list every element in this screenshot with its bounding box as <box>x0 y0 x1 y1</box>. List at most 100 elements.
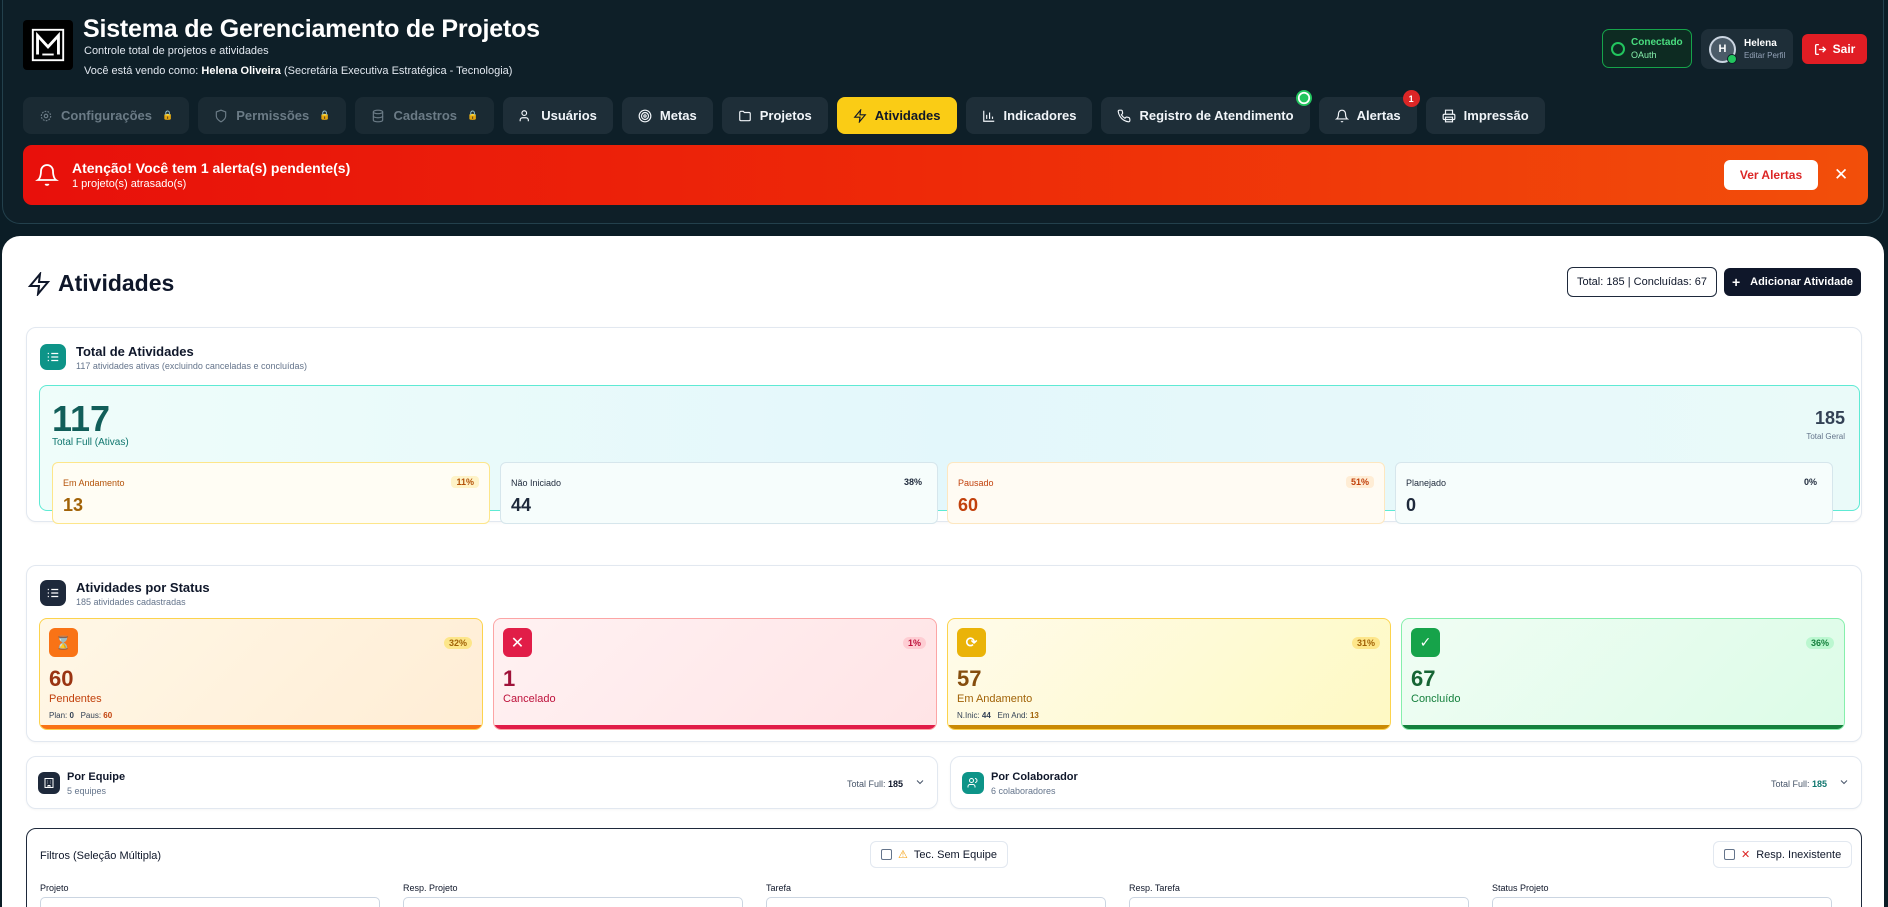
total-summary-badge: Total: 185 | Concluídas: 67 <box>1567 267 1717 297</box>
status-value: 1 <box>503 666 516 691</box>
app-header: Sistema de Gerenciamento de Projetos Con… <box>2 0 1884 224</box>
chevron-down-icon <box>1840 780 1848 785</box>
filters-title: Filtros (Seleção Múltipla) <box>40 850 162 862</box>
tab-usuarios[interactable]: Usuários <box>503 97 613 134</box>
view-alerts-button[interactable]: Ver Alertas <box>1724 160 1818 190</box>
page-title: Atividades <box>58 270 175 296</box>
checkbox-label: Resp. Inexistente <box>1756 848 1842 861</box>
status-value: 60 <box>49 666 74 691</box>
status-label: Cancelado <box>503 693 556 705</box>
total-geral-value: 185 <box>1814 408 1845 428</box>
tab-permissoes[interactable]: Permissões 🔒 <box>198 97 347 134</box>
logout-icon <box>1814 43 1826 55</box>
profile-name: Helena <box>1744 38 1777 49</box>
whatsapp-icon <box>1295 90 1312 106</box>
tab-metas[interactable]: Metas <box>621 97 713 134</box>
printer-icon <box>1442 109 1456 122</box>
connection-icon <box>1611 41 1625 56</box>
target-icon <box>638 109 652 122</box>
database-icon <box>373 109 384 122</box>
group-by-team-card[interactable]: Por Equipe 5 equipes Total Full: 185 <box>26 756 938 809</box>
users-icon <box>962 772 984 794</box>
filter-select-tarefa[interactable] <box>766 897 1106 907</box>
tab-projetos[interactable]: Projetos <box>721 97 828 134</box>
close-icon[interactable]: ✕ <box>1834 165 1848 185</box>
alert-title: Atenção! Você tem 1 alerta(s) pendente(s… <box>72 160 351 176</box>
logo-icon <box>31 28 65 62</box>
tile-value: 0 <box>1406 495 1417 515</box>
tab-label: Metas <box>659 108 697 123</box>
add-activity-label: Adicionar Atividade <box>1750 276 1854 288</box>
filter-label-status-projeto: Status Projeto <box>1492 883 1549 893</box>
filter-label-projeto: Projeto <box>40 883 69 893</box>
tab-label: Cadastros <box>393 108 458 123</box>
x-icon: ✕ <box>503 628 532 657</box>
status-tile-cancelado[interactable]: ✕ 1% 1 Cancelado <box>493 618 937 730</box>
group-total-value: 185 <box>1811 779 1827 789</box>
status-tile-pendentes[interactable]: ⌛ 32% 60 Pendentes Plan: 0 Paus: 60 <box>39 618 483 730</box>
resp-inexistente-checkbox[interactable]: ✕ Resp. Inexistente <box>1713 841 1853 868</box>
folder-icon <box>738 110 751 121</box>
alert-subtitle: 1 projeto(s) atrasado(s) <box>72 178 187 190</box>
tab-impressao[interactable]: Impressão <box>1425 97 1545 134</box>
profile-button[interactable]: H Helena Editar Perfil <box>1701 29 1793 69</box>
viewing-prefix: Você está vendo como: <box>84 65 199 77</box>
filter-select-status-projeto[interactable] <box>1492 897 1832 907</box>
main-tabs: Configurações 🔒 Permissões 🔒 Cadastros 🔒 Us… <box>23 90 1545 134</box>
filter-select-resp-tarefa[interactable] <box>1129 897 1469 907</box>
tab-label: Atividades <box>874 108 941 123</box>
tile-label: Planejado <box>1406 478 1447 488</box>
group-total: Total Full: 185 <box>847 779 903 789</box>
filter-select-projeto[interactable] <box>40 897 380 907</box>
tab-alertas[interactable]: Alertas 1 <box>1318 90 1420 134</box>
checkbox-box <box>881 849 892 860</box>
group-total-value: 185 <box>887 779 903 789</box>
tab-registro-atendimento[interactable]: Registro de Atendimento <box>1101 90 1312 134</box>
tile-label: Não Iniciado <box>511 478 562 488</box>
group-by-collaborator-card[interactable]: Por Colaborador 6 colaboradores Total Fu… <box>950 756 1862 809</box>
check-icon: ✓ <box>1411 628 1440 657</box>
connection-status: Conectado <box>1631 37 1683 48</box>
lock-icon: 🔒 <box>467 110 479 120</box>
logout-label: Sair <box>1832 42 1856 56</box>
status-detail: N.Inic: 44 Em And: 13 <box>957 711 1039 720</box>
filter-select-resp-projeto[interactable] <box>403 897 743 907</box>
total-full-label: Total Full (Ativas) <box>52 437 129 448</box>
hourglass-icon: ⌛ <box>49 628 78 657</box>
viewing-as-text: Você está vendo como: Helena Oliveira (S… <box>84 65 512 77</box>
tab-label: Impressão <box>1463 108 1529 123</box>
detail-label: Em And: <box>997 711 1028 720</box>
card-subtitle: 185 atividades cadastradas <box>76 597 186 607</box>
tab-label: Indicadores <box>1003 108 1077 123</box>
tile-percent: 51% <box>1345 476 1374 488</box>
group-title: Por Equipe <box>67 771 126 783</box>
tab-indicadores[interactable]: Indicadores <box>965 97 1093 134</box>
detail-label: N.Inic: <box>957 711 980 720</box>
gear-icon <box>40 110 52 121</box>
bell-icon <box>1334 109 1349 122</box>
filters-panel: Filtros (Seleção Múltipla) ⚠ Tec. Sem Eq… <box>26 828 1862 907</box>
status-value: 57 <box>957 666 982 691</box>
tab-atividades[interactable]: Atividades <box>836 97 957 134</box>
card-title: Total de Atividades <box>76 344 194 359</box>
tab-cadastros[interactable]: Cadastros 🔒 <box>355 97 495 134</box>
detail-value: 0 <box>69 711 74 720</box>
app-title: Sistema de Gerenciamento de Projetos <box>83 15 540 43</box>
tile-percent: 0% <box>1803 477 1817 487</box>
tab-configuracoes[interactable]: Configurações 🔒 <box>23 97 190 134</box>
lock-icon: 🔒 <box>319 110 331 120</box>
status-label: Pendentes <box>49 693 102 705</box>
tile-planejado: Planejado 0% 0 <box>1395 462 1833 524</box>
tec-sem-equipe-checkbox[interactable]: ⚠ Tec. Sem Equipe <box>870 841 1009 868</box>
tile-pausado: Pausado 51% 60 <box>947 462 1385 524</box>
status-tile-em-andamento[interactable]: ⟳ 31% 57 Em Andamento N.Inic: 44 Em And:… <box>947 618 1391 730</box>
viewing-user: Helena Oliveira <box>201 65 281 77</box>
logout-button[interactable]: Sair <box>1802 34 1867 64</box>
building-icon <box>38 772 60 794</box>
add-activity-button[interactable]: + Adicionar Atividade <box>1724 268 1861 296</box>
tab-label: Alertas <box>1356 108 1401 123</box>
status-tile-concluido[interactable]: ✓ 36% 67 Concluído <box>1401 618 1845 730</box>
filter-label-resp-tarefa: Resp. Tarefa <box>1129 883 1180 893</box>
card-title: Atividades por Status <box>76 580 210 595</box>
x-icon: ✕ <box>1741 849 1751 861</box>
